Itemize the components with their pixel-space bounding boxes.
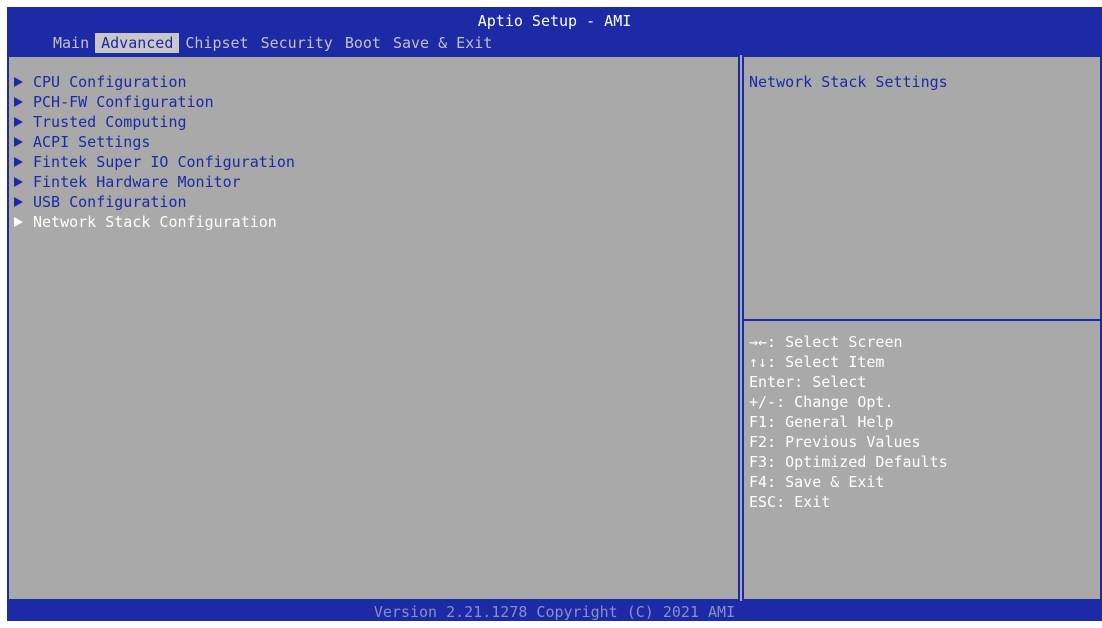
help-pane: Network Stack Settings →←: Select Screen…	[742, 55, 1102, 601]
item-help-text: Network Stack Settings	[749, 73, 948, 91]
menu-item-label: Fintek Super IO Configuration	[33, 153, 295, 171]
menu-item-label: Fintek Hardware Monitor	[33, 173, 241, 191]
menu-item-acpi-settings[interactable]: ACPI Settings	[13, 132, 295, 152]
submenu-arrow-icon	[14, 117, 23, 127]
menu-list: CPU Configuration PCH-FW Configuration T…	[13, 72, 295, 232]
key-hint-esc-exit: ESC: Exit	[749, 493, 831, 511]
menu-item-label: Network Stack Configuration	[33, 213, 277, 231]
menu-item-label: CPU Configuration	[33, 73, 187, 91]
tab-save-exit[interactable]: Save & Exit	[387, 33, 498, 53]
menu-item-label: PCH-FW Configuration	[33, 93, 214, 111]
main-area: CPU Configuration PCH-FW Configuration T…	[7, 55, 1102, 601]
submenu-arrow-icon	[14, 97, 23, 107]
tab-chipset[interactable]: Chipset	[179, 33, 254, 53]
tab-advanced[interactable]: Advanced	[95, 33, 180, 53]
key-hint-save-exit: F4: Save & Exit	[749, 473, 885, 491]
menu-item-fintek-hardware-monitor[interactable]: Fintek Hardware Monitor	[13, 172, 295, 192]
menu-item-trusted-computing[interactable]: Trusted Computing	[13, 112, 295, 132]
menu-item-network-stack-configuration[interactable]: Network Stack Configuration	[13, 212, 295, 232]
header-bar: Aptio Setup - AMI Main Advanced Chipset …	[7, 7, 1102, 55]
menu-item-label: Trusted Computing	[33, 113, 187, 131]
menu-item-usb-configuration[interactable]: USB Configuration	[13, 192, 295, 212]
submenu-arrow-icon	[14, 177, 23, 187]
key-hint-previous-values: F2: Previous Values	[749, 433, 921, 451]
submenu-arrow-icon	[14, 217, 23, 227]
menu-item-label: USB Configuration	[33, 193, 187, 211]
key-hint-optimized-defaults: F3: Optimized Defaults	[749, 453, 948, 471]
key-legend: →←: Select Screen ↑↓: Select Item Enter:…	[749, 332, 948, 512]
key-hint-select-screen: →←: Select Screen	[749, 333, 903, 351]
bios-screen: Aptio Setup - AMI Main Advanced Chipset …	[0, 0, 1102, 628]
menu-item-cpu-configuration[interactable]: CPU Configuration	[13, 72, 295, 92]
tab-main[interactable]: Main	[47, 33, 95, 53]
tab-bar: Main Advanced Chipset Security Boot Save…	[47, 33, 498, 53]
menu-item-fintek-super-io[interactable]: Fintek Super IO Configuration	[13, 152, 295, 172]
key-hint-change-opt: +/-: Change Opt.	[749, 393, 894, 411]
tab-boot[interactable]: Boot	[339, 33, 387, 53]
key-hint-select-item: ↑↓: Select Item	[749, 353, 885, 371]
menu-item-pch-fw-configuration[interactable]: PCH-FW Configuration	[13, 92, 295, 112]
submenu-arrow-icon	[14, 77, 23, 87]
key-hint-enter: Enter: Select	[749, 373, 867, 391]
app-title: Aptio Setup - AMI	[477, 12, 632, 30]
menu-item-label: ACPI Settings	[33, 133, 151, 151]
tab-security[interactable]: Security	[255, 33, 339, 53]
footer-bar: Version 2.21.1278 Copyright (C) 2021 AMI	[7, 601, 1102, 621]
submenu-arrow-icon	[14, 137, 23, 147]
submenu-arrow-icon	[14, 157, 23, 167]
settings-pane: CPU Configuration PCH-FW Configuration T…	[7, 55, 740, 601]
key-hint-general-help: F1: General Help	[749, 413, 894, 431]
submenu-arrow-icon	[14, 197, 23, 207]
version-text: Version 2.21.1278 Copyright (C) 2021 AMI	[373, 603, 736, 621]
help-divider	[744, 319, 1100, 321]
